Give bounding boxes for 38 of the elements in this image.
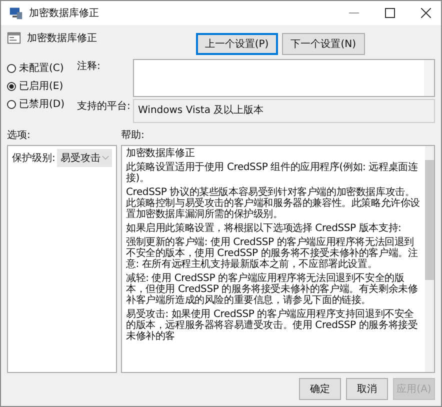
radio-option[interactable]: 已禁用(D) [7, 97, 77, 111]
help-paragraph: 如果启用此策略设置，将根据以下选项选择 CredSSP 版本支持: [126, 223, 402, 234]
radio-button[interactable] [7, 82, 16, 90]
window-title: 加密数据库修正 [29, 6, 99, 20]
comment-label: 注释: [77, 60, 102, 74]
computer-icon [9, 6, 23, 20]
help-paragraph: 强制更新的客户端: 使用 CredSSP 的客户端应用程序将无法回退到不安全的版本，使用 CredSSP 的服务将不接受未修补的客户端。注意: 在所有远程主机支持最新版本之前，不应部署此设置。 [126, 237, 419, 270]
protection-level-dropdown[interactable]: 易受攻击 [57, 149, 112, 167]
help-paragraph: 加密数据库修正 [126, 148, 196, 159]
radio-button[interactable] [7, 100, 16, 108]
protection-level-label: 保护级别: [12, 152, 56, 165]
policy-icon [7, 31, 21, 45]
comment-field[interactable] [133, 59, 435, 97]
help-paragraph: CredSSP 协议的某些版本容易受到针对客户端的加密数据库攻击。此策略控制与易受攻击的客户端和服务器的兼容性。此策略允许你设置加密数据库漏洞所需的保护级别。 [126, 187, 421, 220]
help-label: 帮助: [121, 128, 144, 142]
close-icon[interactable] [421, 8, 431, 18]
platform-label: 支持的平台: [77, 100, 132, 114]
scrollbar[interactable] [424, 60, 434, 96]
caret-icon [102, 156, 109, 160]
maximize-icon[interactable] [385, 8, 395, 18]
policy-title: 加密数据库修正 [27, 32, 97, 45]
help-paragraph: 易受攻击: 如果使用 CredSSP 的客户端应用程序支持回退到不安全的版本，远程服务器将容易遭受攻击。使用 CredSSP 的服务将接受未修补的客 [126, 309, 419, 342]
options-label: 选项: [7, 128, 32, 142]
radio-button[interactable] [7, 64, 16, 72]
radio-label: 已禁用(D) [19, 98, 65, 111]
radio-label: 已启用(E) [19, 80, 64, 93]
radio-option[interactable]: 未配置(C) [7, 61, 77, 75]
scrollbar-thumb[interactable] [425, 160, 434, 280]
dialog-button[interactable]: 确定 [299, 378, 341, 400]
scrollbar[interactable] [425, 146, 434, 372]
radio-option[interactable]: 已启用(E) [7, 79, 77, 93]
radio-label: 未配置(C) [19, 62, 64, 75]
nav-button[interactable]: 上一个设置(P) [196, 33, 278, 55]
nav-button[interactable]: 下一个设置(N) [282, 33, 365, 55]
help-paragraph: 减轻: 使用 CredSSP 的客户端应用程序将无法回退到不安全的版本，但使用 CredSSP 的服务将接受未修补的客户端。有关剩余未修补客户端所造成的风险的重要信息，请参见下面的链接。 [126, 273, 419, 306]
dialog-button[interactable]: 取消 [346, 378, 388, 400]
platform-value: Windows Vista 及以上版本 [138, 105, 264, 116]
help-paragraph: 此策略设置适用于使用 CredSSP 组件的应用程序(例如: 远程桌面连接)。 [126, 162, 419, 184]
